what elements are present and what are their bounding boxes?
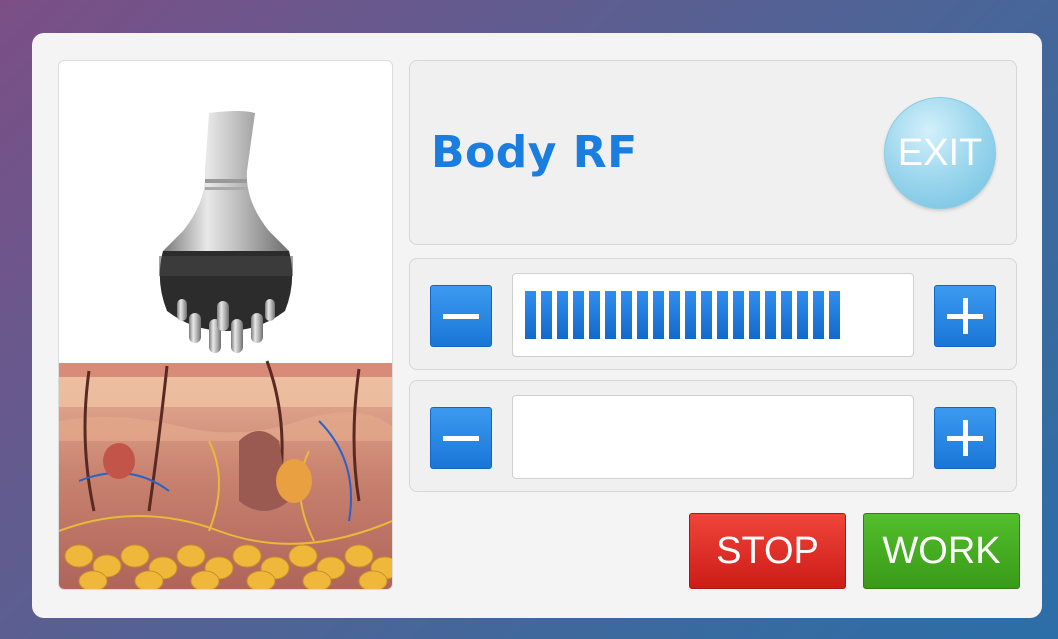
level-segment bbox=[733, 291, 744, 339]
level-segment bbox=[765, 291, 776, 339]
level-bar-2 bbox=[512, 395, 914, 479]
level-segment bbox=[701, 291, 712, 339]
decrease-button-1[interactable] bbox=[430, 285, 492, 347]
level-segment bbox=[717, 291, 728, 339]
mode-title: Body RF bbox=[431, 127, 638, 178]
level-segment bbox=[573, 291, 584, 339]
minus-icon bbox=[443, 314, 479, 319]
level-segment bbox=[829, 291, 840, 339]
level-segment bbox=[797, 291, 808, 339]
increase-button-2[interactable] bbox=[934, 407, 996, 469]
level-segment bbox=[685, 291, 696, 339]
level-segment bbox=[749, 291, 760, 339]
minus-icon bbox=[443, 436, 479, 441]
stop-button[interactable]: STOP bbox=[689, 513, 846, 589]
rf-handpiece-and-skin-illustration bbox=[59, 111, 392, 589]
level-bar-1 bbox=[512, 273, 914, 357]
level-segment bbox=[589, 291, 600, 339]
level-segments-1 bbox=[525, 291, 840, 339]
level-segment bbox=[653, 291, 664, 339]
level-segment bbox=[541, 291, 552, 339]
exit-button[interactable]: EXIT bbox=[884, 97, 996, 209]
increase-button-1[interactable] bbox=[934, 285, 996, 347]
level-row-1 bbox=[409, 258, 1017, 370]
decrease-button-2[interactable] bbox=[430, 407, 492, 469]
level-segment bbox=[557, 291, 568, 339]
treatment-image bbox=[58, 60, 393, 590]
level-segment bbox=[669, 291, 680, 339]
level-row-2 bbox=[409, 380, 1017, 492]
level-segment bbox=[637, 291, 648, 339]
level-segment bbox=[525, 291, 536, 339]
work-button[interactable]: WORK bbox=[863, 513, 1020, 589]
level-segment bbox=[621, 291, 632, 339]
main-panel: Body RF EXIT STOP WORK bbox=[32, 33, 1042, 618]
level-segment bbox=[781, 291, 792, 339]
header-box: Body RF EXIT bbox=[409, 60, 1017, 245]
level-segment bbox=[605, 291, 616, 339]
level-segment bbox=[813, 291, 824, 339]
